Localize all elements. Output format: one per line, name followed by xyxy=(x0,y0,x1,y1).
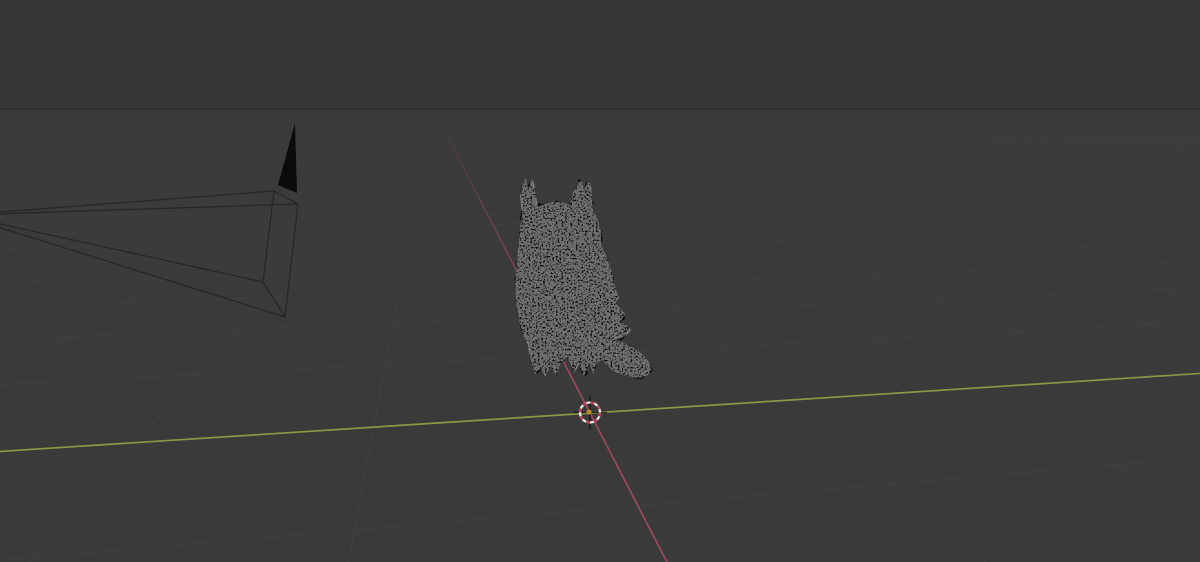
viewport-canvas[interactable] xyxy=(0,0,1200,562)
blender-3d-viewport[interactable] xyxy=(0,0,1200,562)
object-origin-dot xyxy=(586,409,592,415)
horizon-line xyxy=(0,108,1200,110)
sky-background xyxy=(0,0,1200,109)
